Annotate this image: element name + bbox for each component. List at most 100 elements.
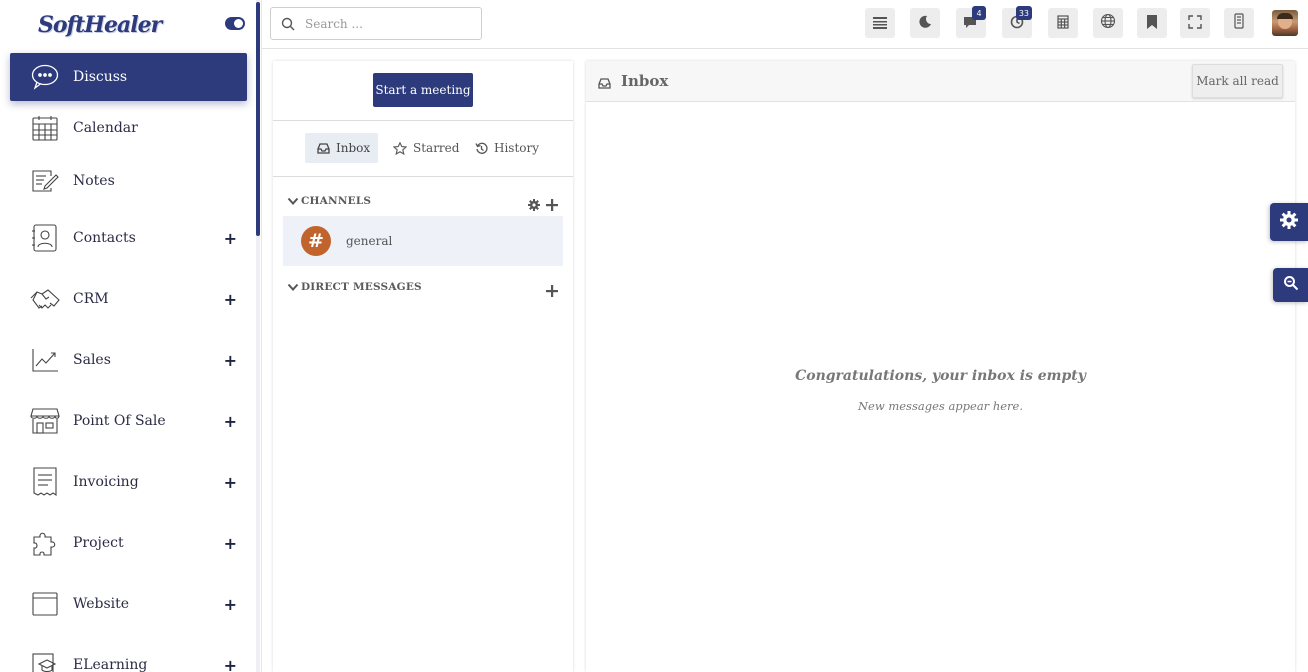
sidebar-item-label: Contacts [73,230,136,246]
theme-toggle-button[interactable] [910,8,940,38]
expand-plus-icon[interactable]: + [224,595,237,614]
sidebar-item-label: Invoicing [73,474,139,490]
calculator-button[interactable] [1048,8,1078,38]
sidebar-item-label: ELearning [73,657,148,672]
top-bar: 4 33 [262,0,1308,49]
sidebar-item-crm[interactable]: CRM + [10,275,247,323]
sidebar-scrollbar[interactable] [256,2,260,236]
zoom-search-icon [1283,275,1299,295]
activity-button[interactable]: 33 [1002,6,1032,38]
messages-button[interactable]: 4 [956,6,986,38]
sidebar-item-label: Notes [73,173,115,189]
fullscreen-icon [1188,14,1202,33]
contacts-icon [30,223,60,253]
section-heading-label: DIRECT MESSAGES [301,281,422,293]
language-globe-icon [1100,13,1116,33]
add-channel-icon[interactable] [546,196,558,215]
chat-bubble-icon [30,62,60,92]
sidebar-item-elearning[interactable]: ELearning + [10,641,247,672]
gear-icon[interactable] [528,196,540,215]
start-meeting-button[interactable]: Start a meeting [373,73,473,107]
sidebar-item-notes[interactable]: Notes [10,157,247,205]
search-box[interactable] [270,7,482,40]
sidebar-item-contacts[interactable]: Contacts + [10,214,247,262]
tab-history[interactable]: History [463,133,547,163]
sidebar-item-discuss[interactable]: Discuss [10,53,247,101]
channel-avatar: # [301,226,331,256]
divider [273,120,573,121]
sidebar-item-label: Calendar [73,120,138,136]
empty-state-title: Congratulations, your inbox is empty [795,368,1086,384]
mobile-device-icon [1234,13,1244,33]
tab-label: Inbox [336,141,371,155]
line-chart-icon [30,345,60,375]
brand-name: SoftHealer [38,12,162,38]
brand-logo[interactable]: SoftHealer [38,8,162,42]
tab-label: History [494,141,540,155]
expand-plus-icon[interactable]: + [224,656,237,672]
sidebar-item-website[interactable]: Website + [10,580,247,628]
sidebar-item-calendar[interactable]: Calendar [10,104,247,152]
list-settings-button[interactable] [865,8,895,38]
expand-plus-icon[interactable]: + [224,534,237,553]
receipt-icon [30,467,60,497]
sidebar-item-sales[interactable]: Sales + [10,336,247,384]
floating-settings-button[interactable] [1270,203,1308,241]
calendar-icon [30,113,60,143]
browser-window-icon [30,589,60,619]
bookmark-button[interactable] [1137,8,1167,38]
expand-plus-icon[interactable]: + [224,229,237,248]
sidebar-item-label: CRM [73,291,109,307]
moon-theme-icon [918,14,932,33]
channels-actions [528,196,558,215]
search-input[interactable] [305,16,465,31]
star-icon [393,141,407,155]
divider [273,176,573,177]
chevron-down-icon [287,283,299,292]
expand-plus-icon[interactable]: + [224,290,237,309]
language-button[interactable] [1093,8,1123,38]
list-settings-icon [873,14,887,33]
user-avatar[interactable] [1272,10,1298,36]
calculator-icon [1057,14,1069,33]
tab-inbox[interactable]: Inbox [305,133,379,163]
tab-label: Starred [413,141,460,155]
inbox-header: Inbox Mark all read [586,61,1295,102]
sidebar-item-label: Website [73,596,130,612]
tab-starred[interactable]: Starred [381,133,467,163]
messages-count-badge: 4 [972,6,986,20]
activity-count-badge: 33 [1015,6,1032,20]
section-heading-label: CHANNELS [301,195,372,207]
direct-messages-actions [546,282,558,301]
gear-icon [1280,211,1298,233]
mark-all-read-button[interactable]: Mark all read [1192,64,1283,98]
expand-plus-icon[interactable]: + [224,351,237,370]
notes-icon [30,166,60,196]
handshake-icon [30,284,60,314]
direct-messages-heading[interactable]: DIRECT MESSAGES [287,281,422,293]
discuss-sidebar-panel: Start a meeting Inbox Starred History CH… [273,61,573,672]
floating-search-zoom-button[interactable] [1273,268,1308,302]
add-direct-message-icon[interactable] [546,282,558,301]
sidebar-item-label: Sales [73,352,111,368]
app-sidebar: SoftHealer Discuss Calendar Notes Contac… [0,0,262,672]
inbox-main-panel: Inbox Mark all read Congratulations, you… [586,61,1295,672]
history-icon [475,142,488,155]
channels-heading[interactable]: CHANNELS [287,195,371,207]
graduation-cap-icon [30,650,60,672]
bookmark-icon [1147,14,1157,33]
sidebar-item-invoicing[interactable]: Invoicing + [10,458,247,506]
fullscreen-button[interactable] [1180,8,1210,38]
channel-item-general[interactable]: # general [283,216,563,266]
page-title: Inbox [621,72,669,90]
sidebar-item-project[interactable]: Project + [10,519,247,567]
search-icon [271,17,305,31]
inbox-icon [317,142,330,154]
sidebar-toggle[interactable] [225,17,245,30]
sidebar-item-label: Point Of Sale [73,413,166,429]
sidebar-item-point-of-sale[interactable]: Point Of Sale + [10,397,247,445]
expand-plus-icon[interactable]: + [224,412,237,431]
mobile-view-button[interactable] [1224,8,1254,38]
expand-plus-icon[interactable]: + [224,473,237,492]
channel-name: general [346,234,393,248]
